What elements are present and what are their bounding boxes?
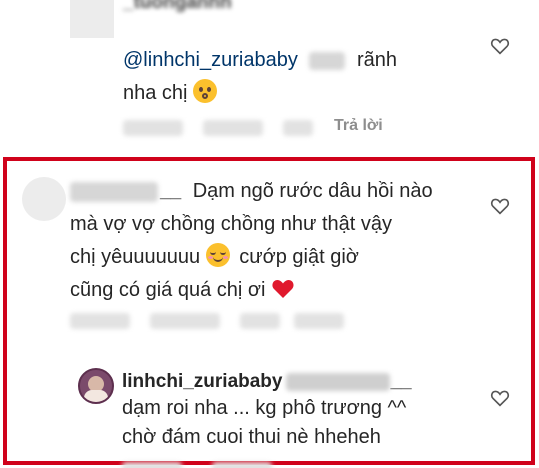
reply-meta	[122, 458, 422, 468]
comment-meta	[70, 309, 370, 329]
reply-username-row: linhchi_zuriababy __	[122, 370, 412, 394]
comment-text-segment: mà vợ vợ chồng chồng như thật vậy	[70, 213, 393, 235]
kissing-face-emoji	[193, 79, 218, 103]
comment-text: __ Dạm ngõ rước dâu hồi nào mà vợ vợ chồ…	[70, 175, 433, 307]
comment-text-segment: chị yêuuuuuuu	[70, 246, 201, 268]
reply-text-segment: dạm roi nha ... kg phô trương ^^	[122, 397, 407, 419]
reply-button[interactable]: Trả lời	[334, 117, 383, 135]
blurred-meta	[240, 313, 280, 329]
blurred-meta	[203, 120, 263, 136]
comment-username-row: _tuonganhh	[123, 0, 232, 14]
comment-username[interactable]: _tuonganhh	[123, 0, 232, 13]
red-heart-emoji	[272, 280, 294, 298]
mention-link[interactable]: @linhchi_zuriababy	[123, 49, 298, 71]
reply-username-suffix: __	[390, 371, 412, 392]
blurred-username	[309, 51, 346, 70]
heart-outline-icon[interactable]	[490, 37, 510, 55]
blurred-meta	[212, 462, 272, 468]
blurred-meta	[150, 313, 220, 329]
reply-text-segment: chờ đám cuoi thui nè hheheh	[122, 426, 381, 448]
comment-item: __ Dạm ngõ rước dâu hồi nào mà vợ vợ chồ…	[0, 165, 539, 329]
comment-item: _tuonganhh @linhchi_zuriababy rãnh nha c…	[0, 0, 539, 150]
comment-text-segment: cũng có giá quá chị ơi	[70, 279, 266, 301]
blurred-meta	[122, 462, 182, 468]
blurred-meta	[283, 120, 313, 136]
reply-username[interactable]: linhchi_zuriababy	[122, 371, 282, 392]
comment-text-segment: Dạm ngõ rước dâu hồi nào	[192, 180, 433, 202]
reply-item: linhchi_zuriababy __ dạm roi nha ... kg p…	[0, 358, 539, 468]
comment-text-segment: cướp giật giờ	[239, 246, 359, 268]
heart-outline-icon[interactable]	[490, 197, 510, 215]
comment-text: @linhchi_zuriababy rãnh nha chị	[123, 44, 397, 110]
blurred-meta	[294, 313, 344, 329]
comment-text-segment: nha chị	[123, 82, 188, 104]
blurred-username	[286, 372, 391, 391]
avatar[interactable]	[22, 177, 66, 221]
blurred-meta	[123, 120, 183, 136]
reply-text: dạm roi nha ... kg phô trương ^^ chờ đám…	[122, 394, 406, 452]
comment-username[interactable]: __	[160, 181, 181, 202]
comment-text-segment: rãnh	[356, 49, 397, 71]
avatar[interactable]	[78, 368, 114, 404]
blurred-meta	[70, 313, 130, 329]
blurred-username	[70, 181, 158, 202]
relieved-face-emoji	[205, 243, 230, 267]
avatar[interactable]	[70, 0, 114, 38]
heart-outline-icon[interactable]	[490, 389, 510, 407]
